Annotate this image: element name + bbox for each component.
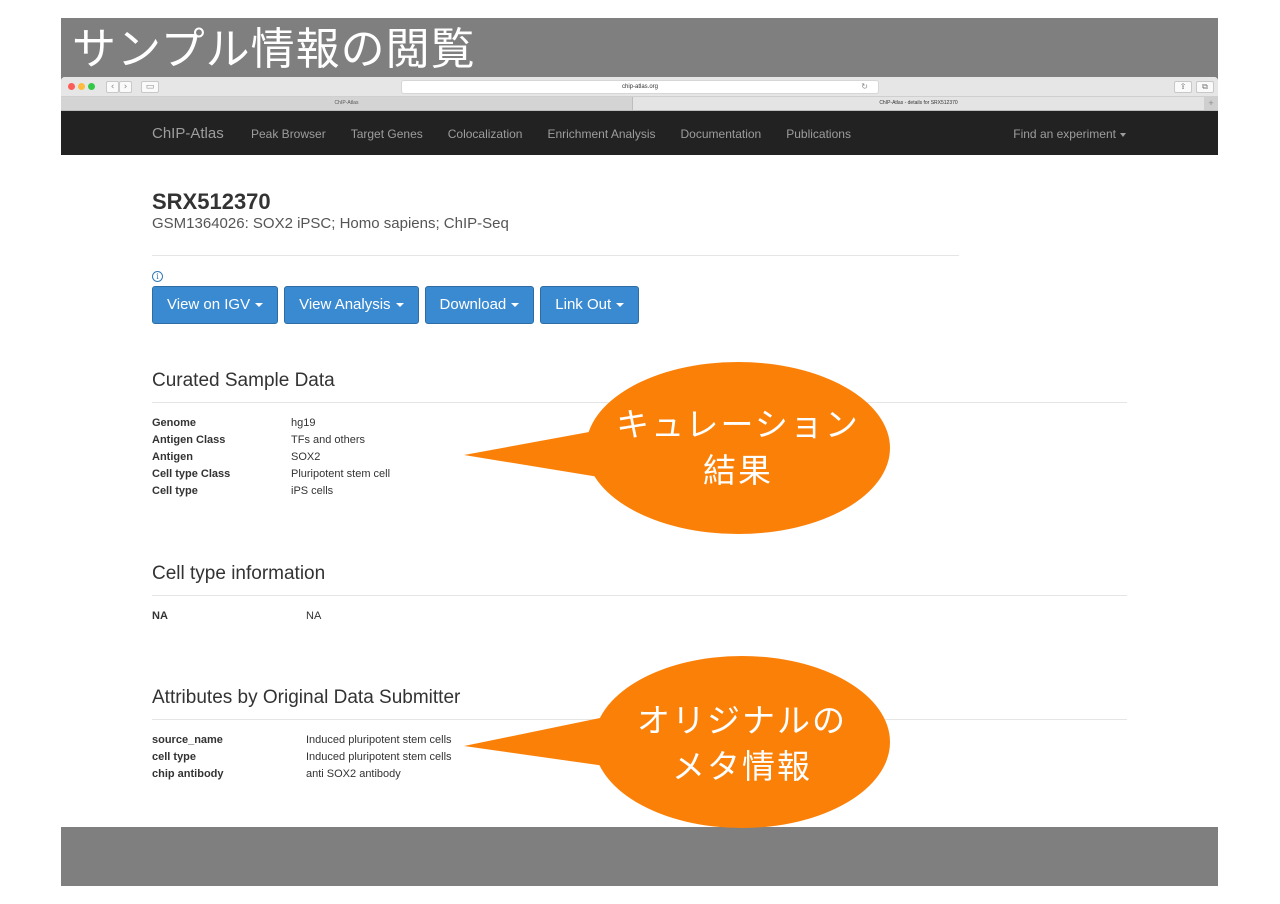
field-key: Cell type Class — [152, 468, 231, 480]
attributes-heading: Attributes by Original Data Submitter — [152, 687, 461, 708]
curation-callout-text: キュレーション 結果 — [588, 402, 888, 494]
close-window-icon[interactable] — [68, 83, 75, 90]
nav-peak-browser[interactable]: Peak Browser — [251, 127, 326, 141]
callout-pointer — [464, 430, 605, 478]
view-analysis-button[interactable]: View Analysis — [284, 286, 419, 324]
field-key: cell type — [152, 751, 197, 763]
browser-titlebar: ‹ › ▭ chip-atlas.org ↻ ⇪ ⧉ — [61, 77, 1218, 97]
new-tab-icon[interactable]: + — [1204, 97, 1218, 110]
divider — [152, 595, 1127, 596]
page-subtitle: GSM1364026: SOX2 iPSC; Homo sapiens; ChI… — [152, 215, 509, 232]
celltype-list: NA NA — [152, 608, 321, 625]
nav-publications[interactable]: Publications — [786, 127, 851, 141]
list-item: Cell type iPS cells — [152, 483, 390, 500]
field-value: Induced pluripotent stem cells — [306, 734, 452, 746]
zoom-window-icon[interactable] — [88, 83, 95, 90]
slide-title: サンプル情報の閲覧 — [72, 24, 476, 75]
field-value: anti SOX2 antibody — [306, 768, 401, 780]
button-label: View on IGV — [167, 296, 251, 313]
chevron-down-icon — [1120, 132, 1126, 137]
sidebar-toggle-icon[interactable]: ▭ — [141, 81, 159, 93]
main-content: SRX512370 GSM1364026: SOX2 iPSC; Homo sa… — [152, 189, 1127, 780]
tab-label: ChIP-Atlas — [334, 100, 359, 106]
action-buttons: View on IGV View Analysis Download Link … — [152, 286, 645, 324]
nav-links: Peak Browser Target Genes Colocalization… — [251, 127, 876, 141]
list-item: chip antibody anti SOX2 antibody — [152, 766, 452, 783]
list-item: Cell type Class Pluripotent stem cell — [152, 466, 390, 483]
nav-documentation[interactable]: Documentation — [681, 127, 762, 141]
field-key: source_name — [152, 734, 223, 746]
field-key: Genome — [152, 417, 197, 429]
link-out-button[interactable]: Link Out — [540, 286, 640, 324]
share-icon[interactable]: ⇪ — [1174, 81, 1192, 93]
tab-chip-atlas[interactable]: ChIP-Atlas — [61, 97, 632, 110]
field-key: Cell type — [152, 485, 198, 497]
tab-bar: ChIP-Atlas ChIP-Atlas - details for SRX5… — [61, 97, 1218, 111]
button-label: Download — [439, 296, 507, 313]
nav-colocalization[interactable]: Colocalization — [448, 127, 523, 141]
divider — [152, 255, 959, 256]
tab-label: ChIP-Atlas - details for SRX512370 — [879, 100, 958, 106]
list-item: source_name Induced pluripotent stem cell… — [152, 732, 452, 749]
chevron-down-icon — [395, 303, 404, 308]
chevron-down-icon — [255, 303, 264, 308]
back-button[interactable]: ‹ — [106, 81, 119, 93]
list-item: Antigen Class TFs and others — [152, 432, 390, 449]
chevron-down-icon — [616, 303, 625, 308]
callout-line: 結果 — [703, 451, 773, 490]
callout-pointer — [464, 718, 605, 766]
forward-button[interactable]: › — [119, 81, 132, 93]
celltype-heading: Cell type information — [152, 563, 326, 584]
brand-link[interactable]: ChIP-Atlas — [152, 125, 224, 142]
callout-line: キュレーション — [616, 405, 860, 444]
info-icon[interactable]: i — [152, 271, 163, 282]
callout-line: オリジナルの — [637, 701, 847, 740]
field-value: Induced pluripotent stem cells — [306, 751, 452, 763]
button-label: View Analysis — [299, 296, 391, 313]
page-title: SRX512370 — [152, 189, 271, 214]
minimize-window-icon[interactable] — [78, 83, 85, 90]
field-key: NA — [152, 610, 168, 622]
field-value: hg19 — [291, 417, 316, 429]
view-on-igv-button[interactable]: View on IGV — [152, 286, 279, 324]
field-key: chip antibody — [152, 768, 224, 780]
reload-icon[interactable]: ↻ — [861, 81, 868, 93]
field-key: Antigen — [152, 451, 193, 463]
attributes-list: source_name Induced pluripotent stem cell… — [152, 732, 452, 783]
list-item: Genome hg19 — [152, 415, 390, 432]
nav-enrichment-analysis[interactable]: Enrichment Analysis — [547, 127, 655, 141]
curated-heading: Curated Sample Data — [152, 370, 335, 391]
field-value: SOX2 — [291, 451, 321, 463]
tab-srx-details[interactable]: ChIP-Atlas - details for SRX512370 — [632, 97, 1204, 110]
button-label: Link Out — [555, 296, 612, 313]
curated-list: Genome hg19 Antigen Class TFs and others A… — [152, 415, 390, 500]
field-value: Pluripotent stem cell — [291, 468, 391, 480]
tab-overview-icon[interactable]: ⧉ — [1196, 81, 1214, 93]
address-text: chip-atlas.org — [621, 84, 659, 90]
find-experiment-label: Find an experiment — [1013, 127, 1116, 141]
nav-target-genes[interactable]: Target Genes — [351, 127, 423, 141]
field-value: iPS cells — [291, 485, 334, 497]
list-item: Antigen SOX2 — [152, 449, 390, 466]
field-key: Antigen Class — [152, 434, 226, 446]
slide-bottom-bar — [61, 827, 1218, 886]
chevron-down-icon — [511, 303, 520, 308]
field-value: NA — [306, 610, 322, 622]
address-bar[interactable]: chip-atlas.org ↻ — [401, 80, 879, 94]
list-item: cell type Induced pluripotent stem cells — [152, 749, 452, 766]
site-navbar: ChIP-Atlas Peak Browser Target Genes Col… — [61, 111, 1218, 155]
field-value: TFs and others — [291, 434, 365, 446]
list-item: NA NA — [152, 608, 321, 625]
original-callout-text: オリジナルの メタ情報 — [592, 698, 892, 790]
find-experiment-dropdown[interactable]: Find an experiment — [1013, 127, 1126, 141]
callout-line: メタ情報 — [672, 747, 812, 786]
download-button[interactable]: Download — [424, 286, 535, 324]
